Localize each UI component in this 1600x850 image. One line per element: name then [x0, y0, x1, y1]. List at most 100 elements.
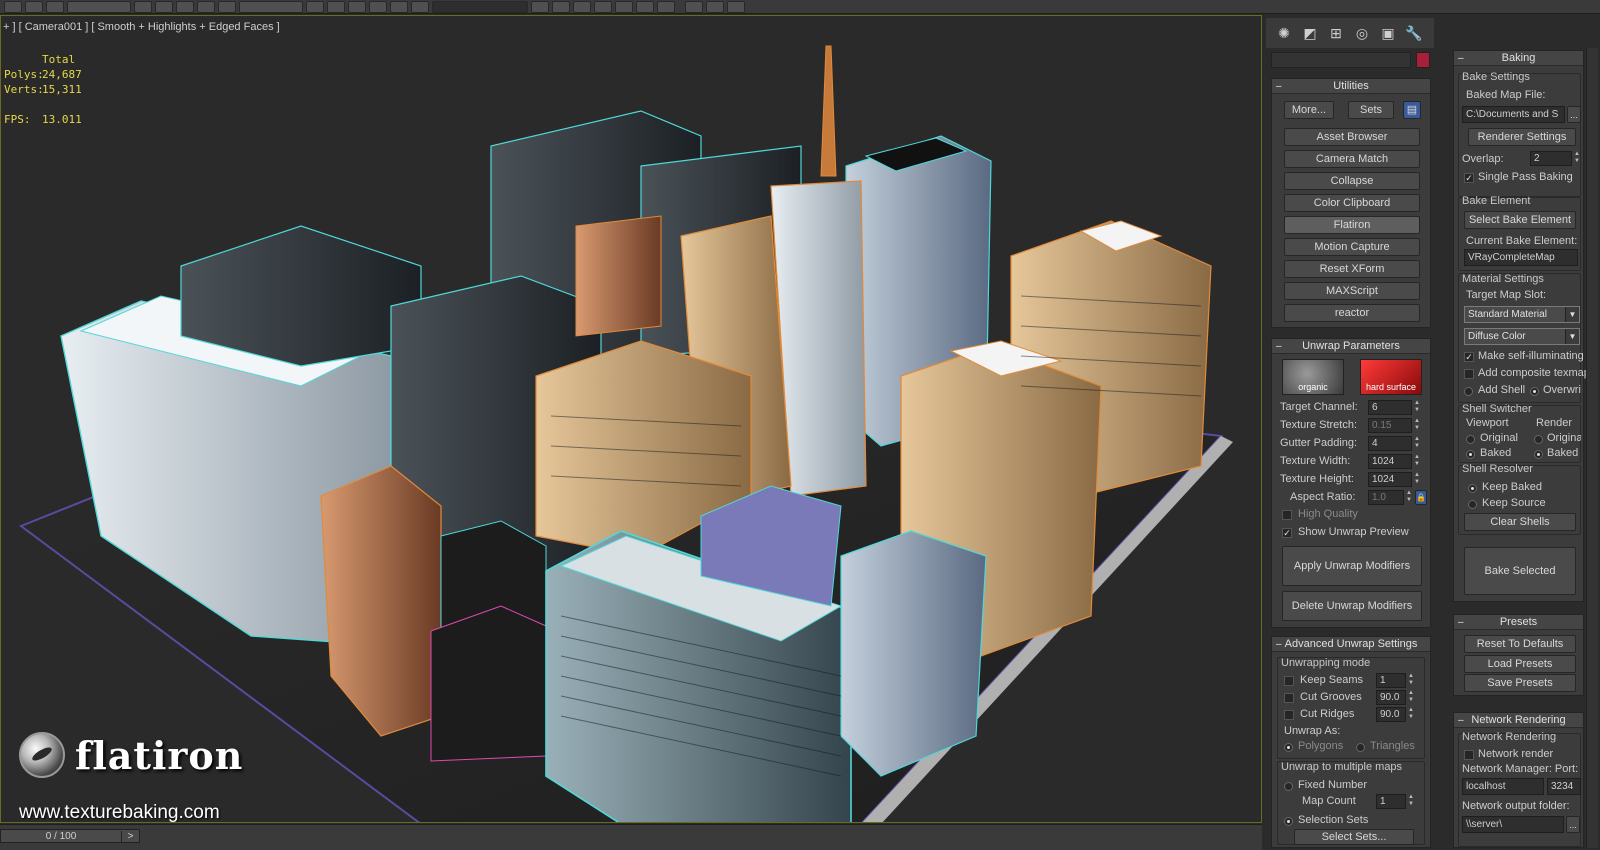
- flatiron-button[interactable]: Flatiron: [1284, 216, 1420, 234]
- select-region-icon[interactable]: [155, 0, 173, 13]
- schematic-view-icon[interactable]: [552, 0, 570, 13]
- viewport-original-radio[interactable]: [1466, 435, 1475, 444]
- collapse-button[interactable]: Collapse: [1284, 172, 1420, 190]
- display-tab-icon[interactable]: ▣: [1378, 23, 1398, 43]
- configure-sets-icon[interactable]: ▤: [1403, 101, 1421, 119]
- current-bake-element-field[interactable]: VRayCompleteMap: [1464, 249, 1578, 266]
- spinner-arrows-icon[interactable]: ▲ ▼: [1413, 454, 1421, 469]
- keep-source-radio[interactable]: [1468, 500, 1477, 509]
- spinner-arrows-icon[interactable]: ▲ ▼: [1407, 690, 1415, 705]
- cut-grooves-spinner[interactable]: 90.0: [1376, 690, 1406, 705]
- toolbar-extra-icon[interactable]: [706, 0, 724, 13]
- render-icon[interactable]: [636, 0, 654, 13]
- more-button[interactable]: More...: [1284, 101, 1334, 119]
- selection-filter-dropdown[interactable]: [67, 0, 131, 13]
- map-slot-select[interactable]: Diffuse Color ▼: [1464, 328, 1580, 345]
- time-slider[interactable]: 0 / 100 >: [0, 829, 140, 843]
- camera-viewport[interactable]: + ] [ Camera001 ] [ Smooth + Highlights …: [0, 15, 1262, 823]
- overwrite-radio[interactable]: [1530, 387, 1539, 396]
- spinner-arrows-icon[interactable]: ▲ ▼: [1413, 436, 1421, 451]
- toolbar-extra-icon[interactable]: [727, 0, 745, 13]
- presets-header[interactable]: – Presets: [1454, 615, 1583, 630]
- select-rotate-icon[interactable]: [197, 0, 215, 13]
- named-selection-dropdown[interactable]: [432, 0, 528, 13]
- network-manager-host-field[interactable]: localhost: [1462, 778, 1544, 795]
- renderer-settings-button[interactable]: Renderer Settings: [1468, 128, 1576, 146]
- clear-shells-button[interactable]: Clear Shells: [1464, 513, 1576, 531]
- show-unwrap-preview-checkbox[interactable]: ✓: [1282, 528, 1292, 538]
- camera-match-button[interactable]: Camera Match: [1284, 150, 1420, 168]
- baking-header[interactable]: – Baking: [1454, 51, 1583, 66]
- unwrap-parameters-header[interactable]: – Unwrap Parameters: [1272, 339, 1430, 354]
- select-sets-button[interactable]: Select Sets...: [1294, 829, 1414, 845]
- add-shell-radio[interactable]: [1464, 387, 1473, 396]
- target-channel-spinner[interactable]: 6: [1368, 400, 1412, 415]
- select-object-icon[interactable]: [134, 0, 152, 13]
- render-baked-radio[interactable]: [1534, 450, 1543, 459]
- spinner-arrows-icon[interactable]: ▲ ▼: [1573, 151, 1581, 166]
- save-presets-button[interactable]: Save Presets: [1464, 674, 1576, 692]
- delete-unwrap-modifiers-button[interactable]: Delete Unwrap Modifiers: [1282, 591, 1422, 621]
- spinner-arrows-icon[interactable]: ▲ ▼: [1407, 707, 1415, 722]
- maxscript-button[interactable]: MAXScript: [1284, 282, 1420, 300]
- keep-seams-checkbox[interactable]: [1284, 676, 1294, 686]
- rendered-frame-icon[interactable]: [615, 0, 633, 13]
- toolbar-extra-icon[interactable]: [685, 0, 703, 13]
- reference-coordinate-dropdown[interactable]: [239, 0, 303, 13]
- add-composite-texmap-checkbox[interactable]: [1464, 369, 1474, 379]
- quick-render-icon[interactable]: [657, 0, 675, 13]
- create-tab-icon[interactable]: ✺: [1274, 23, 1294, 43]
- select-scale-icon[interactable]: [218, 0, 236, 13]
- reset-xform-button[interactable]: Reset XForm: [1284, 260, 1420, 278]
- spinner-arrows-icon[interactable]: ▲ ▼: [1407, 794, 1415, 809]
- baked-map-file-field[interactable]: C:\Documents and S: [1462, 106, 1565, 123]
- sets-button[interactable]: Sets: [1348, 101, 1394, 119]
- network-rendering-header[interactable]: – Network Rendering: [1454, 713, 1583, 728]
- bake-selected-button[interactable]: Bake Selected: [1464, 547, 1576, 595]
- command-panel-scrollbar[interactable]: [1586, 48, 1598, 848]
- make-self-illuminating-checkbox[interactable]: ✓: [1464, 352, 1474, 362]
- overlap-spinner[interactable]: 2: [1530, 151, 1572, 166]
- keep-seams-spinner[interactable]: 1: [1376, 673, 1406, 688]
- map-count-spinner[interactable]: 1: [1376, 794, 1406, 809]
- keep-baked-radio[interactable]: [1468, 484, 1477, 493]
- angle-snap-icon[interactable]: [348, 0, 366, 13]
- motion-capture-button[interactable]: Motion Capture: [1284, 238, 1420, 256]
- render-setup-icon[interactable]: [594, 0, 612, 13]
- hard-surface-preset-thumb[interactable]: hard surface: [1360, 359, 1422, 395]
- color-clipboard-button[interactable]: Color Clipboard: [1284, 194, 1420, 212]
- reset-to-defaults-button[interactable]: Reset To Defaults: [1464, 635, 1576, 653]
- spinner-arrows-icon[interactable]: ▲ ▼: [1413, 400, 1421, 415]
- object-color-swatch[interactable]: [1416, 52, 1430, 68]
- spinner-arrows-icon[interactable]: ▲ ▼: [1413, 472, 1421, 487]
- hierarchy-tab-icon[interactable]: ⊞: [1326, 23, 1346, 43]
- browse-output-button[interactable]: ...: [1566, 816, 1580, 833]
- spinner-arrows-icon[interactable]: ▲ ▼: [1407, 673, 1415, 688]
- object-name-field[interactable]: [1271, 52, 1411, 68]
- polygons-radio[interactable]: [1284, 743, 1293, 752]
- high-quality-checkbox[interactable]: [1282, 510, 1292, 520]
- redo-icon[interactable]: [25, 0, 43, 13]
- curve-editor-icon[interactable]: [531, 0, 549, 13]
- spinner-arrows-icon[interactable]: ▲ ▼: [1405, 490, 1413, 505]
- reactor-button[interactable]: reactor: [1284, 304, 1420, 322]
- undo-icon[interactable]: [4, 0, 22, 13]
- single-pass-baking-checkbox[interactable]: ✓: [1464, 173, 1474, 183]
- time-next-button[interactable]: >: [121, 830, 139, 842]
- apply-unwrap-modifiers-button[interactable]: Apply Unwrap Modifiers: [1282, 546, 1422, 586]
- fixed-number-radio[interactable]: [1284, 782, 1293, 791]
- aspect-ratio-spinner[interactable]: 1.0: [1368, 490, 1404, 505]
- cut-ridges-checkbox[interactable]: [1284, 710, 1294, 720]
- pivot-icon[interactable]: [306, 0, 324, 13]
- utilities-tab-icon[interactable]: 🔧: [1404, 23, 1424, 43]
- spinner-arrows-icon[interactable]: ▲ ▼: [1413, 418, 1421, 433]
- browse-file-button[interactable]: ...: [1567, 106, 1581, 123]
- material-type-select[interactable]: Standard Material ▼: [1464, 306, 1580, 323]
- texture-width-spinner[interactable]: 1024: [1368, 454, 1412, 469]
- cut-ridges-spinner[interactable]: 90.0: [1376, 707, 1406, 722]
- network-render-checkbox[interactable]: [1464, 750, 1474, 760]
- selection-sets-radio[interactable]: [1284, 817, 1293, 826]
- select-move-icon[interactable]: [176, 0, 194, 13]
- percent-snap-icon[interactable]: [369, 0, 387, 13]
- texture-height-spinner[interactable]: 1024: [1368, 472, 1412, 487]
